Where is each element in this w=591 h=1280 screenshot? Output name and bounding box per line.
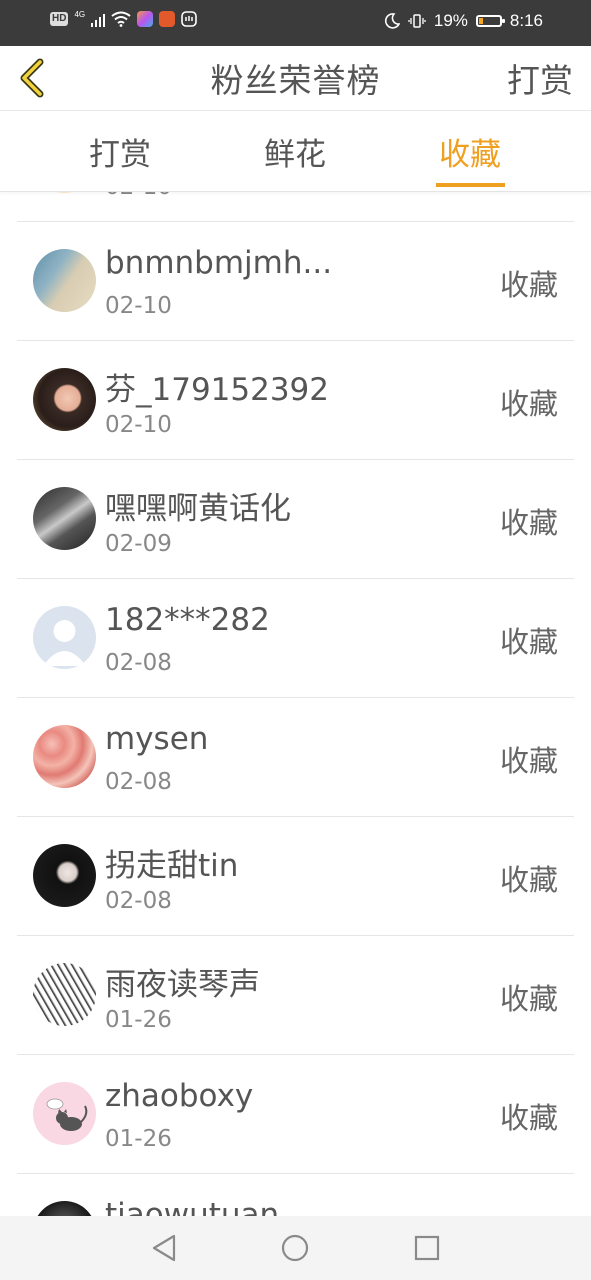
fan-date: 02-08 — [105, 769, 172, 795]
fan-date: 02-08 — [105, 888, 172, 914]
fan-name: mysen — [105, 721, 209, 757]
list-item[interactable]: 雨夜读琴声 01-26 收藏 — [17, 936, 574, 1055]
sketch-avatar — [33, 963, 96, 1026]
fan-name: 拐走甜tin — [105, 848, 239, 884]
fan-action: 收藏 — [499, 268, 558, 302]
fan-name: 芬_179152392 — [105, 372, 330, 408]
fan-action: 收藏 — [499, 506, 558, 540]
clock: 8:16 — [509, 11, 543, 30]
list-item[interactable]: bnmnbmjmh... 02-10 收藏 — [17, 222, 574, 341]
system-nav-bar — [0, 1216, 591, 1280]
status-right: 19% 8:16 — [384, 11, 543, 31]
tab-reward[interactable]: 打赏 — [50, 129, 190, 174]
tab-bar: 打赏 鲜花 收藏 — [0, 111, 591, 192]
anime-girl-avatar — [33, 844, 96, 907]
fan-action: 收藏 — [499, 863, 558, 897]
fan-date: 01-26 — [105, 1126, 172, 1152]
list-item[interactable]: 182***282 02-08 收藏 — [17, 579, 574, 698]
fan-date: 02-10 — [105, 191, 172, 200]
user-silhouette-icon — [43, 620, 86, 666]
list-item[interactable]: zhaoboxy 01-26 收藏 — [17, 1055, 574, 1174]
network-type: 4G — [74, 10, 86, 19]
status-bar: HD 4G 19% 8:16 — [0, 0, 591, 46]
app-grid-icon — [137, 11, 154, 27]
list-item[interactable]: 拐走甜tin 02-08 收藏 — [17, 817, 574, 936]
status-left: HD 4G — [50, 11, 197, 27]
wifi-icon — [111, 11, 131, 27]
battery-icon — [475, 15, 505, 27]
woman-portrait-avatar — [33, 368, 96, 431]
fan-date: 02-10 — [105, 412, 172, 438]
fan-date: 02-09 — [105, 531, 172, 557]
fan-date: 02-10 — [105, 293, 172, 319]
fan-date: 01-26 — [105, 1007, 172, 1033]
page-title: 粉丝荣誉榜 — [210, 61, 381, 100]
vibrate-icon — [408, 14, 426, 28]
dark-avatar — [33, 1201, 96, 1216]
fan-name: 182***282 — [105, 602, 270, 638]
signal-icon — [91, 11, 106, 27]
fan-name: zhaoboxy — [105, 1078, 254, 1114]
app-header: 粉丝荣誉榜 打赏 — [0, 46, 591, 111]
fan-name: tiaowutuan — [105, 1197, 280, 1216]
dark-photo-avatar — [33, 487, 96, 550]
gesture-icon — [181, 11, 197, 27]
cat-icon — [46, 1098, 88, 1131]
moon-icon — [384, 13, 400, 29]
hd-badge: HD — [50, 12, 69, 26]
triangle-back-icon[interactable] — [147, 1230, 183, 1266]
fan-action: 收藏 — [499, 387, 558, 421]
list-item[interactable]: 芬_179152392 02-10 收藏 — [17, 341, 574, 460]
fan-action: 收藏 — [499, 982, 558, 1016]
fan-action: 收藏 — [499, 744, 558, 778]
reward-button[interactable]: 打赏 — [507, 54, 573, 102]
list-item[interactable]: 02-10 — [17, 191, 574, 222]
fan-list[interactable]: 02-10 bnmnbmjmh... 02-10 收藏 芬_179152392 … — [0, 191, 591, 1216]
fan-action: 收藏 — [499, 1101, 558, 1135]
tab-flowers[interactable]: 鲜花 — [225, 129, 365, 174]
pink-cat-avatar — [33, 1082, 96, 1145]
tab-favorites[interactable]: 收藏 — [400, 129, 540, 174]
fan-name: 雨夜读琴声 — [105, 967, 260, 1003]
list-item[interactable]: tiaowutuan — [17, 1174, 574, 1216]
beach-photo-avatar — [33, 249, 96, 312]
roses-avatar — [33, 725, 96, 788]
circle-home-icon[interactable] — [277, 1230, 313, 1266]
active-tab-indicator — [436, 183, 505, 187]
fan-action: 收藏 — [499, 625, 558, 659]
video-app-icon — [159, 11, 176, 27]
list-item[interactable]: mysen 02-08 收藏 — [17, 698, 574, 817]
fan-date: 02-08 — [105, 650, 172, 676]
list-item[interactable]: 嘿嘿啊黄话化 02-09 收藏 — [17, 460, 574, 579]
fan-name: bnmnbmjmh... — [105, 245, 333, 281]
fan-name: 嘿嘿啊黄话化 — [105, 491, 291, 527]
square-recents-icon[interactable] — [409, 1230, 445, 1266]
battery-percent: 19% — [433, 11, 468, 30]
default-user-avatar — [33, 606, 96, 669]
